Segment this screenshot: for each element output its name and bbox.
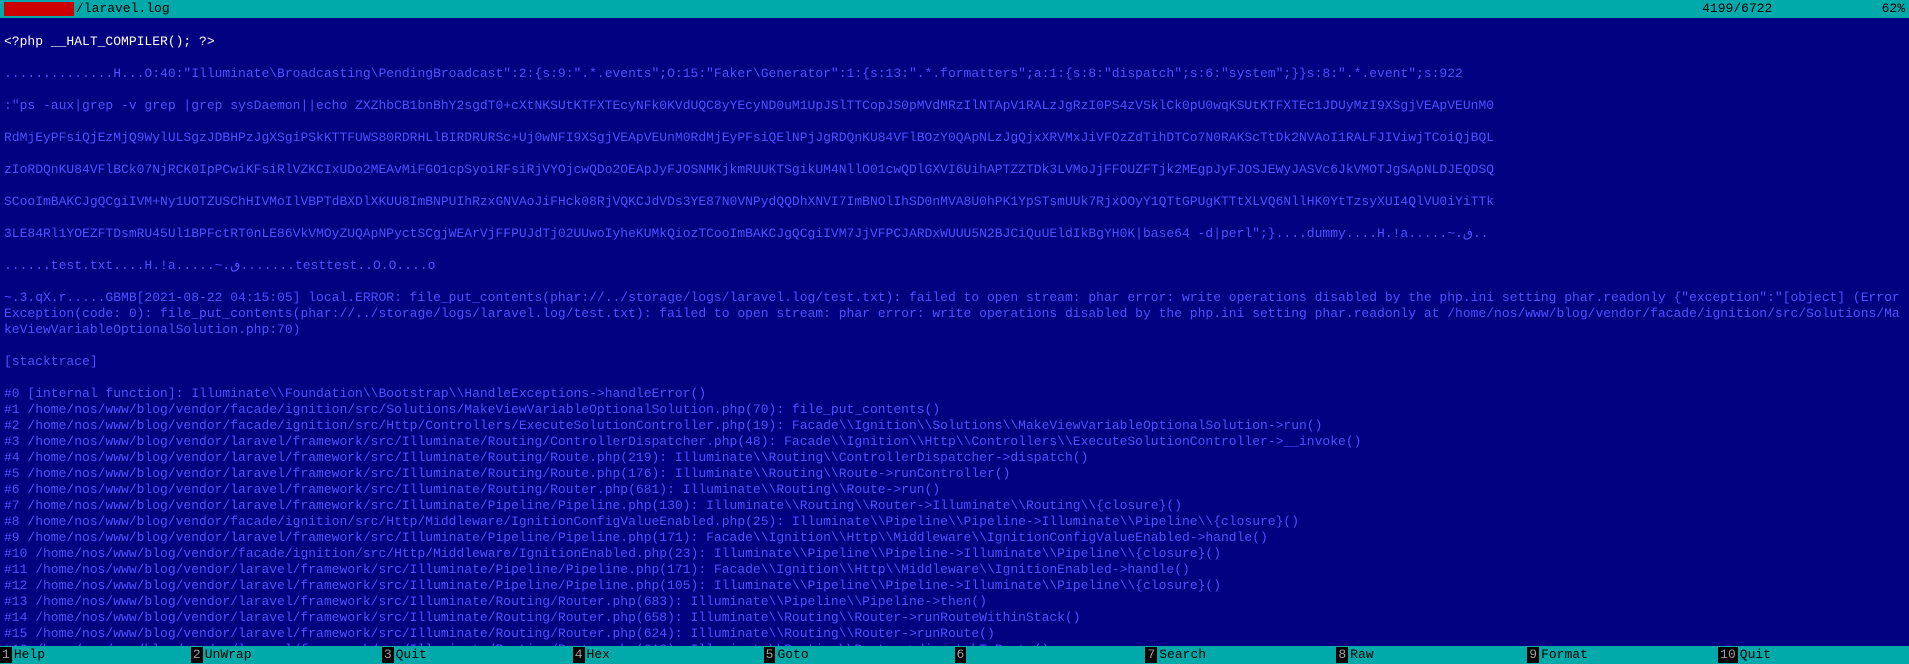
fkey-2[interactable]: 2UnWrap [191,647,382,663]
fkey-7[interactable]: 7Search [1145,647,1336,663]
fkey-5[interactable]: 5Goto [764,647,955,663]
line-counter: 4199/6722 62% [1702,1,1905,17]
stacktrace-line: #12 /home/nos/www/blog/vendor/laravel/fr… [4,578,1905,594]
fkey-6[interactable]: 6 [955,647,1146,663]
file-content[interactable]: <?php __HALT_COMPILER(); ?> ............… [0,18,1909,646]
fkey-label: Hex [585,647,695,663]
stacktrace-line: #11 /home/nos/www/blog/vendor/laravel/fr… [4,562,1905,578]
fkey-number: 10 [1718,647,1738,663]
content-line: 3LE84Rl1YOEZFTDsmRU45Ul1BPFctRT0nLE86VkV… [4,226,1905,242]
stacktrace-line: #5 /home/nos/www/blog/vendor/laravel/fra… [4,466,1905,482]
content-line: <?php __HALT_COMPILER(); ?> [4,34,1905,50]
stacktrace-line: #2 /home/nos/www/blog/vendor/facade/igni… [4,418,1905,434]
fkey-8[interactable]: 8Raw [1336,647,1527,663]
title-bar: /laravel.log 4199/6722 62% [0,0,1909,18]
fkey-10[interactable]: 10Quit [1718,647,1909,663]
fkey-number: 2 [191,647,203,663]
fkey-number: 1 [0,647,12,663]
stacktrace-line: #14 /home/nos/www/blog/vendor/laravel/fr… [4,610,1905,626]
fkey-1[interactable]: 1Help [0,647,191,663]
fkey-label: Raw [1348,647,1458,663]
content-line: zIoRDQnKU84VFlBCk07NjRCK0IpPCwiKFsiRlVZK… [4,162,1905,178]
content-line: SCooImBAKCJgQCgiIVM+Ny1UOTZUSChHIVMoIlVB… [4,194,1905,210]
stacktrace-line: #10 /home/nos/www/blog/vendor/facade/ign… [4,546,1905,562]
redacted-block [4,2,74,16]
fkey-number: 4 [573,647,585,663]
stacktrace-line: #0 [internal function]: Illuminate\\Foun… [4,386,1905,402]
stacktrace-line: #3 /home/nos/www/blog/vendor/laravel/fra… [4,434,1905,450]
fkey-number: 7 [1145,647,1157,663]
content-line: RdMjEyPFsiQjEzMjQ9WylULSgzJDBHPzJgXSgiPS… [4,130,1905,146]
stacktrace-line: #13 /home/nos/www/blog/vendor/laravel/fr… [4,594,1905,610]
fkey-9[interactable]: 9Format [1527,647,1718,663]
stacktrace-line: #7 /home/nos/www/blog/vendor/laravel/fra… [4,498,1905,514]
content-line: ~.3.qX.r.....GBMB[2021-08-22 04:15:05] l… [4,290,1905,338]
fkey-label: Quit [1738,647,1848,663]
stacktrace-line: #1 /home/nos/www/blog/vendor/facade/igni… [4,402,1905,418]
fkey-3[interactable]: 3Quit [382,647,573,663]
content-line: :"ps -aux|grep -v grep |grep sysDaemon||… [4,98,1905,114]
fkey-label: UnWrap [203,647,313,663]
fkey-label: Goto [775,647,885,663]
fkey-label: Help [12,647,122,663]
fkey-number: 5 [764,647,776,663]
fkey-label: Search [1157,647,1267,663]
stacktrace-line: #9 /home/nos/www/blog/vendor/laravel/fra… [4,530,1905,546]
fkey-number: 3 [382,647,394,663]
fkey-number: 9 [1527,647,1539,663]
fkey-label: Quit [394,647,504,663]
stacktrace-line: #6 /home/nos/www/blog/vendor/laravel/fra… [4,482,1905,498]
fkey-4[interactable]: 4Hex [573,647,764,663]
file-path: /laravel.log [76,1,170,17]
stacktrace-line: #15 /home/nos/www/blog/vendor/laravel/fr… [4,626,1905,642]
content-line: ......test.txt....H.!a.....~.ڧ.......tes… [4,258,1905,274]
stacktrace-line: #8 /home/nos/www/blog/vendor/facade/igni… [4,514,1905,530]
content-line: ..............H...O:40:"Illuminate\Broad… [4,66,1905,82]
fkey-number: 6 [955,647,967,663]
fkey-number: 8 [1336,647,1348,663]
stacktrace-line: #4 /home/nos/www/blog/vendor/laravel/fra… [4,450,1905,466]
content-line: [stacktrace] [4,354,1905,370]
function-key-bar: 1Help2UnWrap3Quit4Hex5Goto67Search8Raw9F… [0,646,1909,664]
fkey-label: Format [1539,647,1649,663]
